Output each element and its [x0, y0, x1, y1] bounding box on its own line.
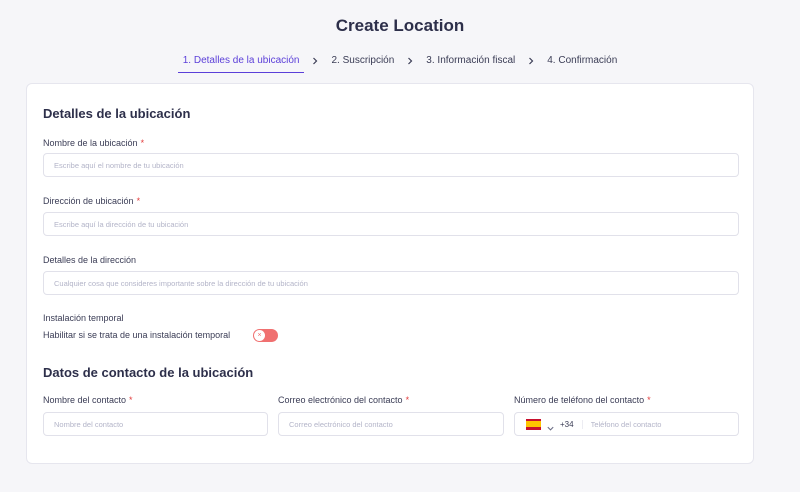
step-subscription[interactable]: 2. Suscripción [326, 53, 399, 73]
chevron-right-icon [405, 56, 415, 66]
contact-email-label: Correo electrónico del contacto * [278, 395, 410, 405]
contact-phone-label: Número de teléfono del contacto * [514, 395, 651, 405]
close-icon: × [254, 330, 265, 341]
location-details-title: Detalles de la ubicación [43, 106, 191, 121]
location-name-input[interactable] [43, 153, 739, 177]
page-title: Create Location [335, 16, 465, 35]
es-flag-icon[interactable] [526, 418, 541, 430]
location-address-label: Dirección de ubicación * [43, 196, 141, 206]
contact-details-title: Datos de contacto de la ubicación [43, 365, 254, 380]
address-details-input[interactable] [43, 271, 739, 295]
chevron-right-icon [526, 56, 536, 66]
stepper: 1. Detalles de la ubicación 2. Suscripci… [0, 53, 800, 73]
contact-email-input[interactable] [278, 412, 504, 436]
location-address-input[interactable] [43, 212, 739, 236]
contact-name-label: Nombre del contacto * [43, 395, 133, 405]
contact-phone-field: +34 [514, 412, 739, 436]
chevron-down-icon[interactable] [546, 420, 555, 431]
contact-phone-input[interactable] [582, 419, 738, 429]
dial-code: +34 [560, 419, 583, 429]
location-form-card: Detalles de la ubicación Nombre de la ub… [26, 83, 754, 464]
location-name-label: Nombre de la ubicación * [43, 138, 145, 148]
step-details[interactable]: 1. Detalles de la ubicación [177, 53, 305, 73]
address-details-label: Detalles de la dirección [43, 255, 137, 265]
temporary-installation-toggle[interactable]: × [253, 329, 278, 342]
temporary-toggle-label: Habilitar si se trata de una instalación… [43, 330, 231, 340]
contact-name-input[interactable] [43, 412, 268, 436]
chevron-right-icon [310, 56, 320, 66]
step-confirmation[interactable]: 4. Confirmación [542, 53, 622, 73]
temporary-installation-label: Instalación temporal [43, 313, 124, 323]
step-tax-info[interactable]: 3. Información fiscal [421, 53, 520, 73]
